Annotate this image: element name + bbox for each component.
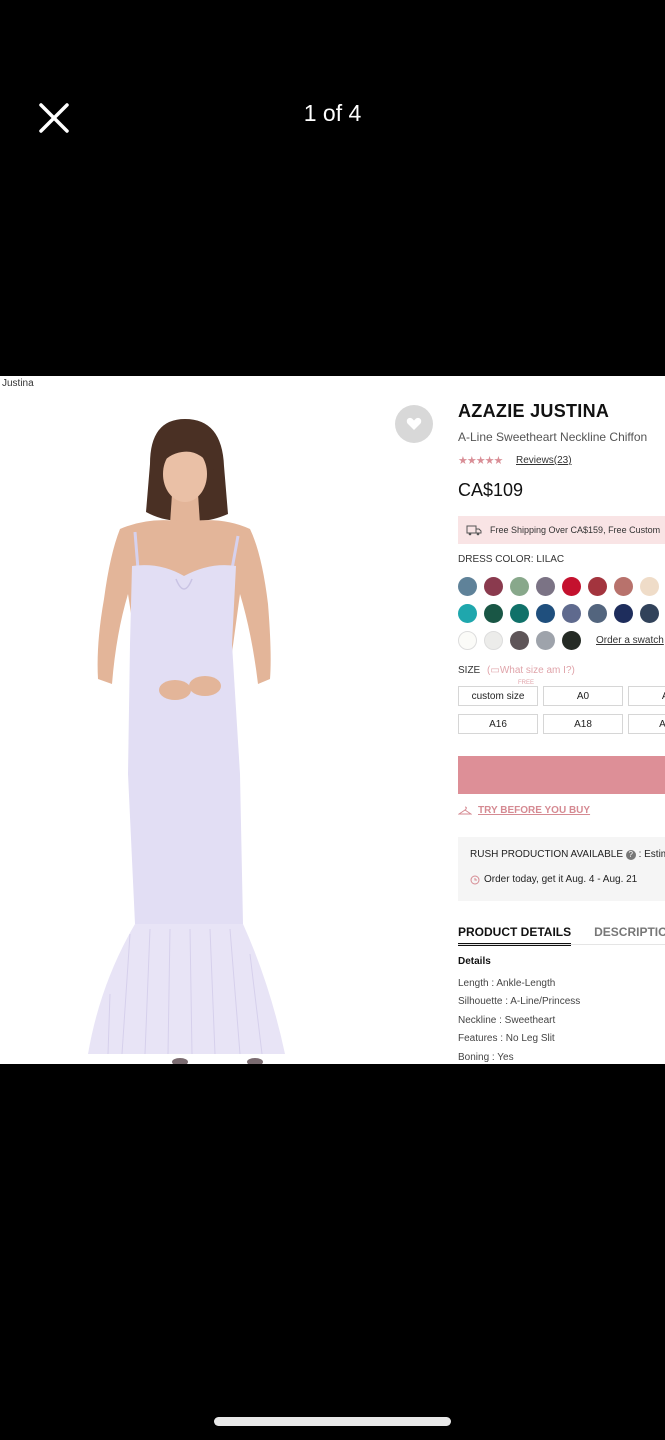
- breadcrumb: Justina: [2, 378, 34, 389]
- color-swatch[interactable]: [588, 577, 607, 596]
- details-heading: Details: [458, 956, 491, 967]
- reviews-link[interactable]: Reviews(23): [516, 455, 572, 466]
- dress-color-label: DRESS COLOR: LILAC: [458, 554, 565, 565]
- favorite-button[interactable]: [395, 405, 433, 443]
- color-swatch[interactable]: [484, 631, 503, 650]
- color-swatch[interactable]: [458, 604, 477, 623]
- color-swatch[interactable]: [562, 604, 581, 623]
- rush-order-text: Order today, get it Aug. 4 - Aug. 21: [484, 874, 638, 885]
- shipping-banner: Free Shipping Over CA$159, Free Custom: [458, 516, 665, 544]
- help-icon[interactable]: ?: [625, 850, 636, 860]
- home-indicator[interactable]: [214, 1417, 451, 1426]
- size-option[interactable]: A2: [628, 686, 665, 706]
- size-label-row: SIZE (▭What size am I?): [458, 665, 575, 676]
- clock-icon: [470, 875, 480, 884]
- size-option[interactable]: custom size: [458, 686, 538, 706]
- product-subtitle: A-Line Sweetheart Neckline Chiffon: [458, 430, 648, 444]
- rush-production-box: RUSH PRODUCTION AVAILABLE ? : Estim Orde…: [458, 837, 665, 901]
- size-help-link[interactable]: (▭What size am I?): [487, 665, 575, 676]
- product-photo: [88, 419, 285, 1064]
- color-swatch[interactable]: [484, 604, 503, 623]
- image-counter: 1 of 4: [303, 100, 362, 126]
- color-swatches: Order a swatch: [458, 577, 665, 658]
- color-swatch[interactable]: [510, 631, 529, 650]
- color-swatch[interactable]: [458, 631, 477, 650]
- color-swatch[interactable]: [614, 604, 633, 623]
- color-swatch[interactable]: [614, 577, 633, 596]
- shipping-text: Free Shipping Over CA$159, Free Custom: [490, 525, 661, 535]
- color-swatch[interactable]: [640, 577, 659, 596]
- color-swatch[interactable]: [510, 604, 529, 623]
- size-option[interactable]: A18: [543, 714, 623, 734]
- size-option[interactable]: A16: [458, 714, 538, 734]
- tab-description[interactable]: DESCRIPTION: [594, 925, 665, 946]
- detail-item: Silhouette : A-Line/Princess: [458, 996, 581, 1008]
- try-before-you-buy-link[interactable]: TRY BEFORE YOU BUY: [458, 805, 590, 816]
- screenshot-image[interactable]: Justina AZAZIE JUSTINA A-Line Sweetheart…: [0, 376, 665, 1064]
- rating-stars: ★★★★★: [458, 455, 503, 467]
- ruler-icon: ▭: [490, 665, 500, 676]
- product-title: AZAZIE JUSTINA: [458, 401, 610, 421]
- color-swatch[interactable]: [562, 577, 581, 596]
- color-swatch[interactable]: [588, 604, 607, 623]
- color-swatch[interactable]: [536, 577, 555, 596]
- detail-item: Neckline : Sweetheart: [458, 1014, 556, 1026]
- product-tabs: PRODUCT DETAILS DESCRIPTION: [458, 925, 665, 946]
- size-label: SIZE: [458, 665, 481, 676]
- tab-product-details[interactable]: PRODUCT DETAILS: [458, 925, 572, 946]
- size-option[interactable]: A20: [628, 714, 665, 734]
- product-price: CA$109: [458, 480, 524, 500]
- color-swatch[interactable]: [458, 577, 477, 596]
- detail-item: Features : No Leg Slit: [458, 1033, 555, 1045]
- detail-item: Length : Ankle-Length: [458, 978, 556, 989]
- details-list: Length : Ankle-Length Silhouette : A-Lin…: [458, 975, 580, 1064]
- color-swatch[interactable]: [562, 631, 581, 650]
- heart-icon: [406, 417, 422, 430]
- hanger-icon: [458, 806, 472, 814]
- add-to-bag-button[interactable]: [458, 756, 665, 794]
- color-swatch[interactable]: [510, 577, 529, 596]
- size-grid: custom sizeA0A2 A16A18A20: [458, 686, 665, 742]
- detail-item: Boning : Yes: [458, 1051, 514, 1063]
- color-swatch[interactable]: [484, 577, 503, 596]
- rush-title-row: RUSH PRODUCTION AVAILABLE ? : Estim: [470, 849, 665, 860]
- color-swatch[interactable]: [536, 631, 555, 650]
- color-swatch[interactable]: [640, 604, 659, 623]
- truck-icon: [466, 525, 482, 536]
- color-swatch[interactable]: [536, 604, 555, 623]
- tab-divider: [458, 944, 665, 945]
- order-swatch-link[interactable]: Order a swatch: [596, 635, 664, 646]
- size-option[interactable]: A0: [543, 686, 623, 706]
